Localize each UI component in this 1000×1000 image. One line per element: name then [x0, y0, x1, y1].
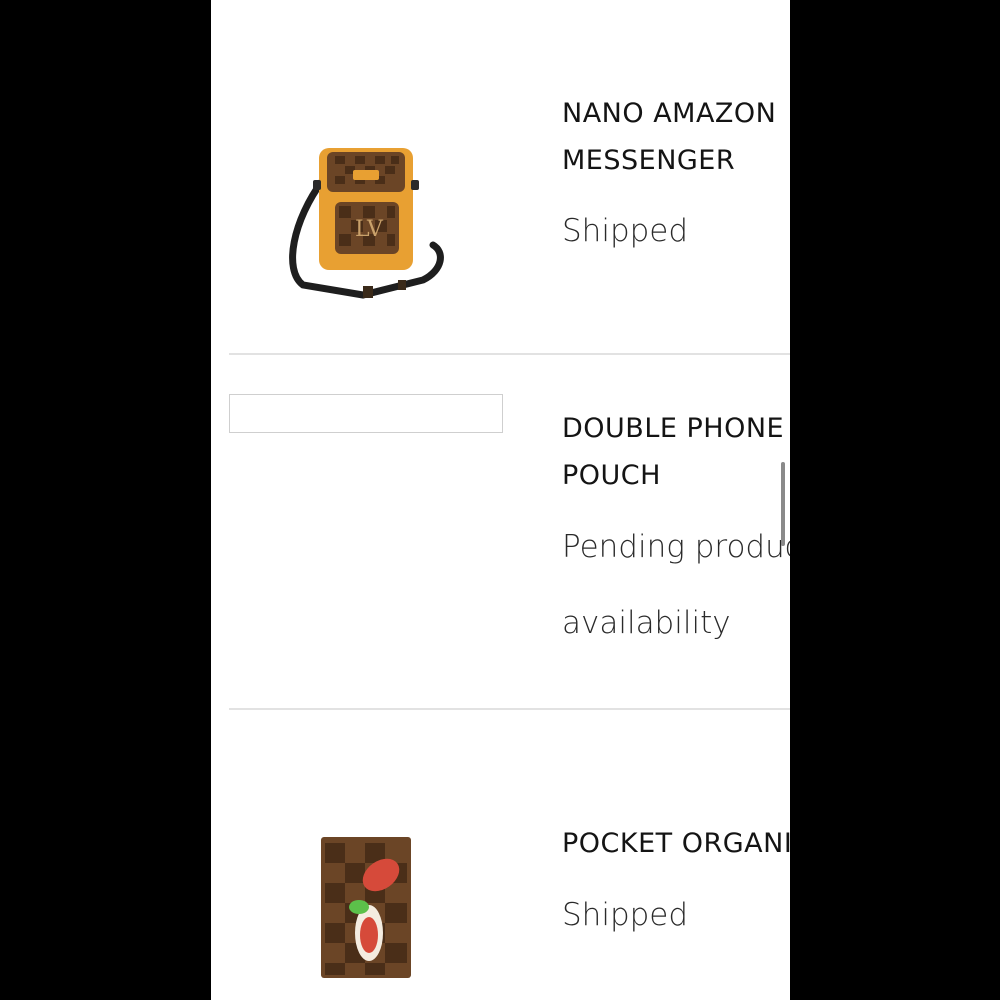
order-items-list: LV NANO AMAZON MESSENGER Shipped DOUBLE …	[211, 0, 790, 1000]
item-divider	[229, 353, 790, 355]
item-status: Pending product availability	[562, 529, 790, 641]
item-status: Shipped	[562, 213, 689, 249]
item-name[interactable]: DOUBLE PHONE POUCH	[562, 405, 790, 499]
screen: LV NANO AMAZON MESSENGER Shipped DOUBLE …	[0, 0, 1000, 1000]
item-status: Shipped	[562, 897, 689, 933]
pocket-organizer-image[interactable]	[319, 835, 413, 980]
item-name[interactable]: NANO AMAZON MESSENGER	[562, 90, 790, 184]
messenger-bag-image[interactable]: LV	[283, 140, 453, 310]
item-name[interactable]: POCKET ORGANIZER	[562, 820, 790, 867]
order-item-nano-amazon-messenger[interactable]: LV NANO AMAZON MESSENGER Shipped	[211, 0, 790, 355]
scrollbar[interactable]	[781, 462, 785, 546]
svg-text:LV: LV	[355, 217, 384, 242]
order-item-pocket-organizer[interactable]: POCKET ORGANIZER Shipped	[211, 710, 790, 1000]
image-placeholder	[229, 394, 503, 433]
